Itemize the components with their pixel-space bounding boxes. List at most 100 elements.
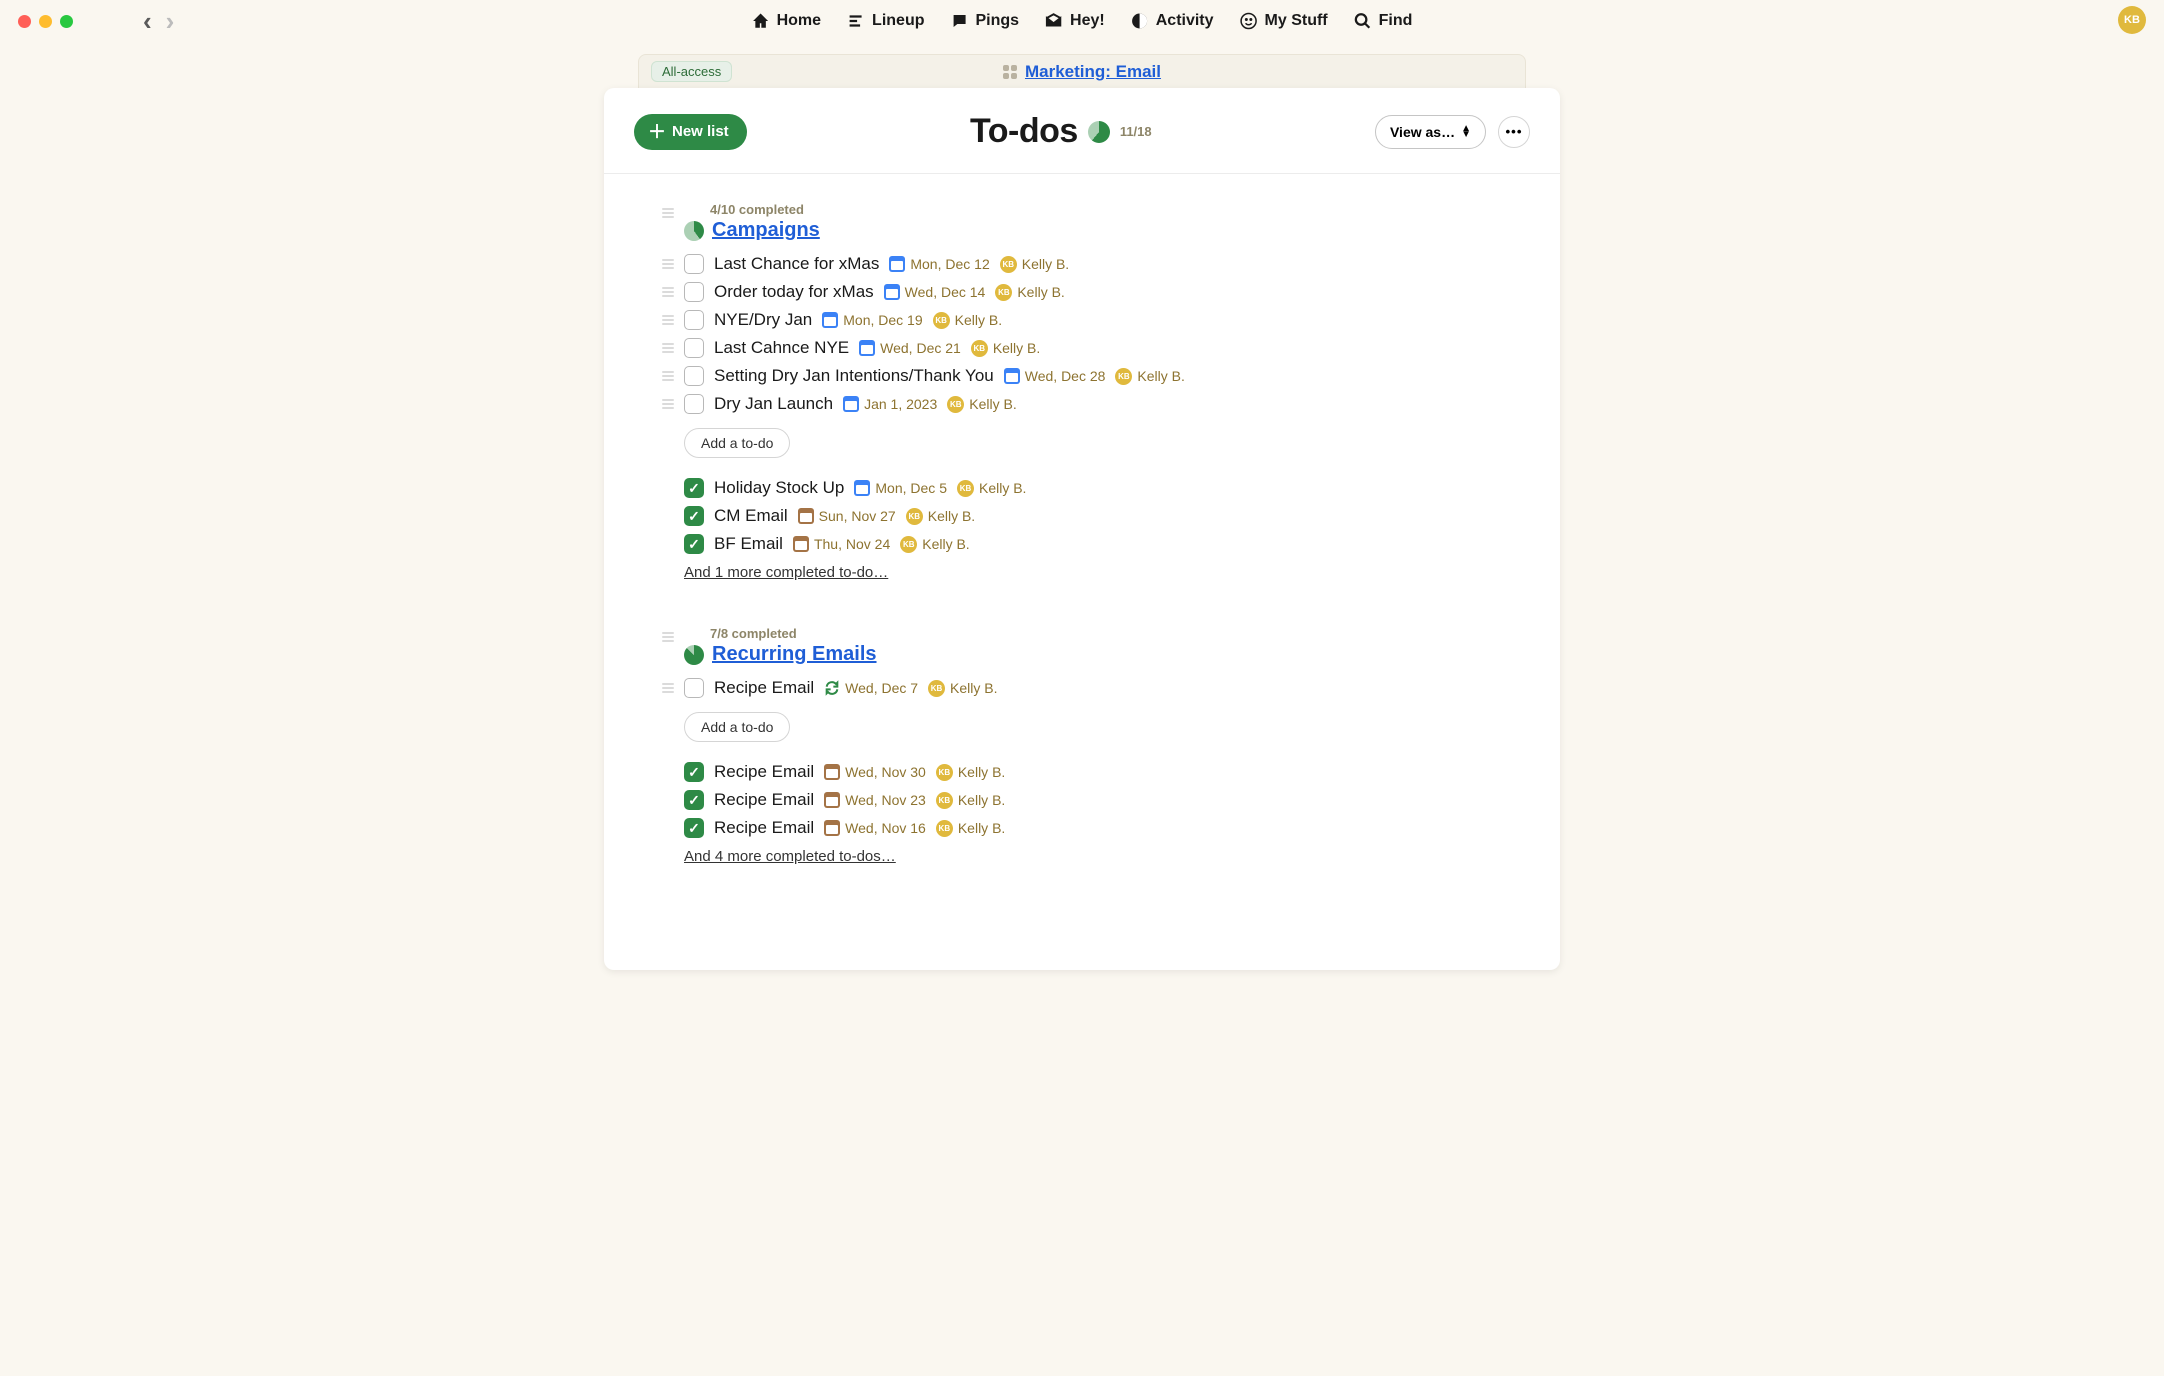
todo-title[interactable]: Setting Dry Jan Intentions/Thank You (714, 366, 994, 386)
nav-activity[interactable]: Activity (1131, 12, 1214, 30)
todo-title[interactable]: Last Chance for xMas (714, 254, 879, 274)
todo-item: Recipe Email Wed, Nov 16 KBKelly B. (684, 814, 1530, 842)
todo-title[interactable]: Last Cahnce NYE (714, 338, 849, 358)
todo-checkbox[interactable] (684, 534, 704, 554)
nav-find[interactable]: Find (1354, 12, 1413, 30)
todo-due-date[interactable]: Wed, Dec 7 (824, 680, 918, 696)
todo-title[interactable]: Recipe Email (714, 818, 814, 838)
overall-progress-pie (1088, 121, 1110, 143)
todo-due-date[interactable]: Jan 1, 2023 (843, 396, 937, 412)
nav-mystuff[interactable]: My Stuff (1240, 12, 1328, 30)
nav-pings[interactable]: Pings (950, 12, 1019, 30)
drag-handle-icon[interactable] (662, 343, 674, 353)
todo-due-date[interactable]: Mon, Dec 19 (822, 312, 922, 328)
more-options-button[interactable]: ••• (1498, 116, 1530, 148)
back-button[interactable]: ‹ (143, 8, 152, 34)
add-todo-button[interactable]: Add a to-do (684, 428, 790, 458)
todo-title[interactable]: Recipe Email (714, 678, 814, 698)
todo-title[interactable]: Recipe Email (714, 762, 814, 782)
todo-checkbox[interactable] (684, 282, 704, 302)
todo-due-date[interactable]: Wed, Dec 14 (884, 284, 986, 300)
minimize-window-button[interactable] (39, 15, 52, 28)
assignee-avatar: KB (933, 312, 950, 329)
todo-date-text: Sun, Nov 27 (819, 508, 896, 524)
todo-assignee[interactable]: KBKelly B. (936, 820, 1005, 837)
todo-assignee[interactable]: KBKelly B. (933, 312, 1002, 329)
more-completed-link[interactable]: And 1 more completed to-do… (684, 564, 888, 581)
todo-assignee[interactable]: KBKelly B. (1000, 256, 1069, 273)
todo-due-date[interactable]: Wed, Dec 28 (1004, 368, 1106, 384)
todo-checkbox[interactable] (684, 678, 704, 698)
calendar-icon (822, 312, 838, 328)
list-title-link[interactable]: Campaigns (712, 219, 820, 242)
todo-checkbox[interactable] (684, 506, 704, 526)
todo-checkbox[interactable] (684, 790, 704, 810)
todo-checkbox[interactable] (684, 254, 704, 274)
drag-handle-icon[interactable] (662, 399, 674, 409)
assignee-name: Kelly B. (958, 792, 1005, 808)
drag-handle-icon[interactable] (662, 287, 674, 297)
todo-assignee[interactable]: KBKelly B. (936, 792, 1005, 809)
todo-assignee[interactable]: KBKelly B. (971, 340, 1040, 357)
breadcrumb: Marketing: Email (1003, 62, 1161, 82)
drag-handle-icon[interactable] (662, 208, 674, 218)
more-completed-link[interactable]: And 4 more completed to-dos… (684, 848, 896, 865)
todo-due-date[interactable]: Sun, Nov 27 (798, 508, 896, 524)
todo-assignee[interactable]: KBKelly B. (936, 764, 1005, 781)
page-title: To-dos (970, 112, 1078, 151)
todo-due-date[interactable]: Wed, Nov 16 (824, 820, 926, 836)
todo-title[interactable]: CM Email (714, 506, 788, 526)
nav-hey[interactable]: Hey! (1045, 12, 1105, 30)
add-todo-button[interactable]: Add a to-do (684, 712, 790, 742)
todo-due-date[interactable]: Thu, Nov 24 (793, 536, 890, 552)
todo-checkbox[interactable] (684, 338, 704, 358)
project-link[interactable]: Marketing: Email (1025, 62, 1161, 82)
todo-date-text: Wed, Dec 28 (1025, 368, 1106, 384)
todo-due-date[interactable]: Mon, Dec 5 (854, 480, 947, 496)
top-nav: Home Lineup Pings Hey! Activity (752, 12, 1413, 30)
todo-due-date[interactable]: Wed, Nov 30 (824, 764, 926, 780)
assignee-avatar: KB (1115, 368, 1132, 385)
new-list-button[interactable]: ＋ New list (634, 114, 747, 150)
nav-home[interactable]: Home (752, 12, 821, 30)
todo-title[interactable]: Dry Jan Launch (714, 394, 833, 414)
close-window-button[interactable] (18, 15, 31, 28)
todo-checkbox[interactable] (684, 818, 704, 838)
access-chip[interactable]: All-access (651, 61, 732, 82)
todo-checkbox[interactable] (684, 762, 704, 782)
todo-assignee[interactable]: KBKelly B. (947, 396, 1016, 413)
view-as-button[interactable]: View as… ▲▼ (1375, 115, 1486, 149)
todo-assignee[interactable]: KBKelly B. (957, 480, 1026, 497)
calendar-icon (843, 396, 859, 412)
fullscreen-window-button[interactable] (60, 15, 73, 28)
drag-handle-icon[interactable] (662, 632, 674, 642)
todo-date-text: Wed, Dec 21 (880, 340, 961, 356)
current-user-avatar[interactable]: KB (2118, 6, 2146, 34)
todo-assignee[interactable]: KBKelly B. (906, 508, 975, 525)
todo-due-date[interactable]: Mon, Dec 12 (889, 256, 989, 272)
todo-checkbox[interactable] (684, 394, 704, 414)
todo-assignee[interactable]: KBKelly B. (928, 680, 997, 697)
todo-assignee[interactable]: KBKelly B. (900, 536, 969, 553)
todo-due-date[interactable]: Wed, Nov 23 (824, 792, 926, 808)
todo-checkbox[interactable] (684, 366, 704, 386)
drag-handle-icon[interactable] (662, 371, 674, 381)
todo-title[interactable]: Order today for xMas (714, 282, 874, 302)
todo-date-text: Wed, Dec 7 (845, 680, 918, 696)
todo-title[interactable]: Holiday Stock Up (714, 478, 844, 498)
list-title-link[interactable]: Recurring Emails (712, 643, 877, 666)
nav-lineup[interactable]: Lineup (847, 12, 924, 30)
todo-assignee[interactable]: KBKelly B. (995, 284, 1064, 301)
chevron-updown-icon: ▲▼ (1461, 126, 1471, 138)
todo-checkbox[interactable] (684, 310, 704, 330)
todo-assignee[interactable]: KBKelly B. (1115, 368, 1184, 385)
drag-handle-icon[interactable] (662, 259, 674, 269)
todo-title[interactable]: Recipe Email (714, 790, 814, 810)
todo-checkbox[interactable] (684, 478, 704, 498)
todo-due-date[interactable]: Wed, Dec 21 (859, 340, 961, 356)
todo-title[interactable]: BF Email (714, 534, 783, 554)
drag-handle-icon[interactable] (662, 683, 674, 693)
drag-handle-icon[interactable] (662, 315, 674, 325)
todo-title[interactable]: NYE/Dry Jan (714, 310, 812, 330)
todo-date-text: Jan 1, 2023 (864, 396, 937, 412)
